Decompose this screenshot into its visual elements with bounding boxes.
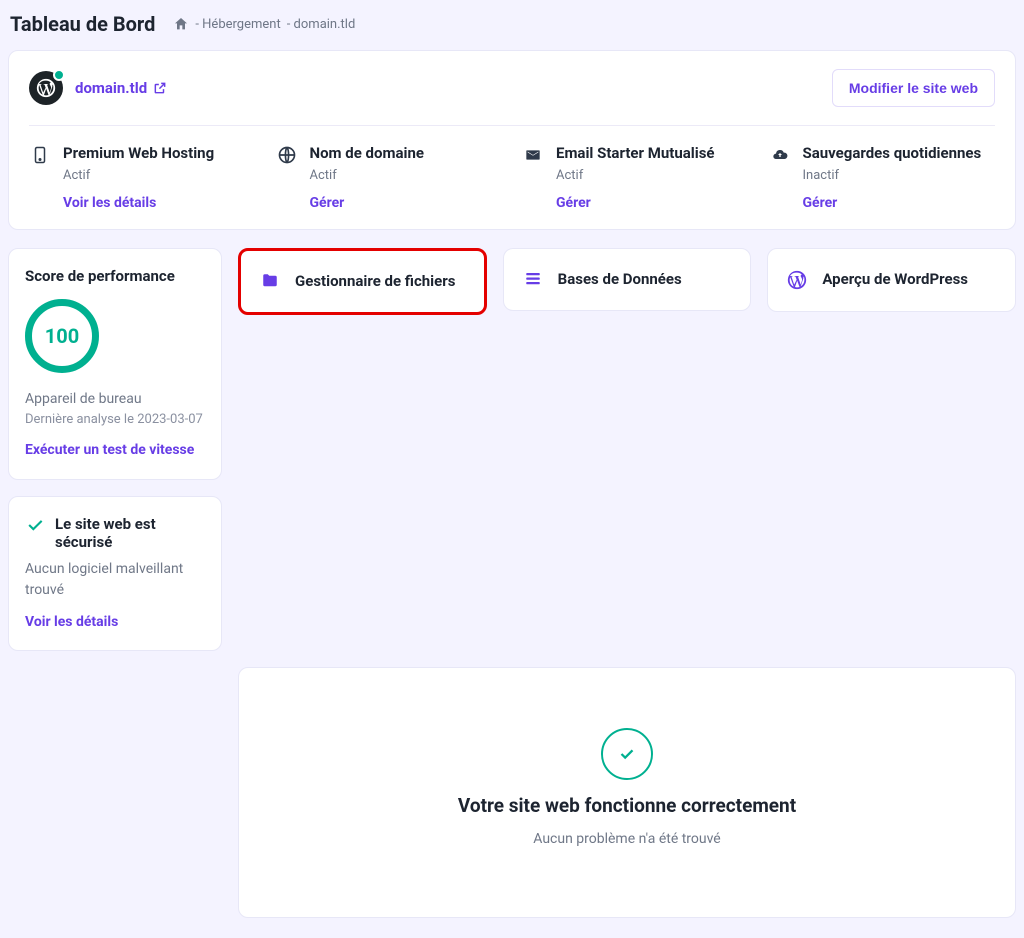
performance-last-scan: Dernière analyse le 2023-03-07 [25, 410, 205, 430]
mail-icon [522, 144, 544, 166]
service-status: Actif [310, 168, 424, 183]
domain-name-text: domain.tld [75, 79, 147, 97]
cloud-icon [769, 144, 791, 166]
page-title: Tableau de Bord [10, 12, 155, 36]
databases-card[interactable]: Bases de Données [503, 248, 752, 311]
security-details-link[interactable]: Voir les détails [25, 613, 205, 633]
status-check-ring [601, 728, 653, 780]
site-status-card: Votre site web fonctionne correctement A… [238, 667, 1016, 918]
wordpress-icon [786, 269, 808, 291]
service-hosting: Premium Web Hosting Actif Voir les détai… [29, 144, 256, 211]
service-status: Actif [63, 168, 214, 183]
service-email: Email Starter Mutualisé Actif Gérer [522, 144, 749, 211]
security-desc: Aucun logiciel malveillant trouvé [25, 559, 205, 601]
security-card: Le site web est sécurisé Aucun logiciel … [8, 496, 222, 652]
domain-card: domain.tld Modifier le site web Premium … [8, 50, 1016, 230]
file-manager-card[interactable]: Gestionnaire de fichiers [238, 248, 487, 315]
breadcrumb-domain: - domain.tld [287, 17, 356, 32]
service-title: Email Starter Mutualisé [556, 144, 715, 164]
databases-label: Bases de Données [558, 269, 682, 290]
performance-card: Score de performance 100 Appareil de bur… [8, 248, 222, 480]
top-bar: Tableau de Bord - Hébergement - domain.t… [8, 12, 1016, 50]
status-dot-icon [53, 69, 65, 81]
service-title: Premium Web Hosting [63, 144, 214, 164]
breadcrumb: - Hébergement - domain.tld [173, 16, 355, 32]
domain-name-link[interactable]: domain.tld [75, 79, 167, 97]
site-status-title: Votre site web fonctionne correctement [458, 794, 796, 817]
service-backups: Sauvegardes quotidiennes Inactif Gérer [769, 144, 996, 211]
services-row: Premium Web Hosting Actif Voir les détai… [29, 125, 995, 211]
service-action-link[interactable]: Voir les détails [63, 195, 214, 211]
performance-run-test-link[interactable]: Exécuter un test de vitesse [25, 441, 205, 461]
service-status: Actif [556, 168, 715, 183]
performance-score-ring: 100 [25, 299, 99, 373]
service-title: Nom de domaine [310, 144, 424, 164]
site-status-subtitle: Aucun problème n'a été trouvé [533, 831, 720, 847]
service-status: Inactif [803, 168, 982, 183]
performance-device: Appareil de bureau [25, 389, 205, 410]
folder-icon [259, 272, 281, 290]
security-title: Le site web est sécurisé [55, 515, 205, 551]
edit-site-button[interactable]: Modifier le site web [832, 69, 995, 107]
wordpress-overview-label: Aperçu de WordPress [822, 269, 968, 290]
performance-score-value: 100 [45, 324, 79, 348]
service-domain: Nom de domaine Actif Gérer [276, 144, 503, 211]
service-action-link[interactable]: Gérer [310, 195, 424, 211]
home-icon[interactable] [173, 16, 189, 32]
hosting-icon [29, 144, 51, 166]
wordpress-overview-card[interactable]: Aperçu de WordPress [767, 248, 1016, 312]
wordpress-badge-icon [29, 71, 63, 105]
file-manager-label: Gestionnaire de fichiers [295, 271, 455, 292]
service-title: Sauvegardes quotidiennes [803, 144, 982, 164]
performance-title: Score de performance [25, 267, 205, 285]
check-icon [25, 515, 45, 535]
database-icon [522, 270, 544, 288]
external-link-icon [153, 81, 167, 95]
service-action-link[interactable]: Gérer [803, 195, 982, 211]
service-action-link[interactable]: Gérer [556, 195, 715, 211]
globe-icon [276, 144, 298, 166]
breadcrumb-hosting[interactable]: - Hébergement [195, 17, 280, 32]
